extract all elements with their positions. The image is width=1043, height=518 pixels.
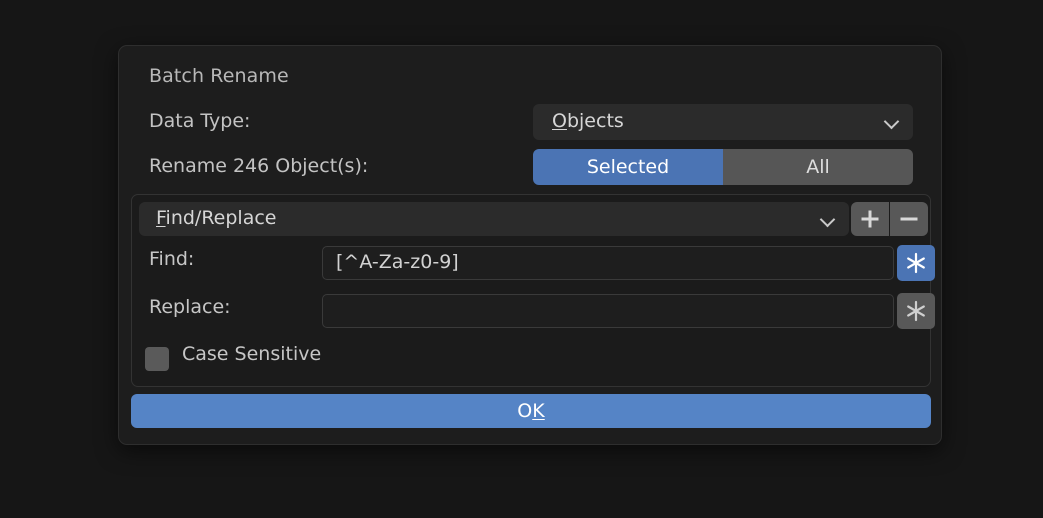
data-type-dropdown[interactable]: Objects	[533, 104, 913, 140]
chevron-down-icon	[821, 213, 835, 227]
replace-input[interactable]	[322, 294, 894, 328]
batch-rename-dialog: Batch Rename Data Type: Objects Rename 2…	[118, 45, 942, 445]
data-type-label: Data Type:	[149, 110, 251, 132]
data-type-value: Objects	[552, 110, 624, 132]
case-sensitive-label: Case Sensitive	[182, 343, 322, 365]
find-label: Find:	[149, 248, 195, 270]
dialog-title: Batch Rename	[149, 65, 289, 87]
find-replace-type-dropdown[interactable]: Find/Replace	[139, 202, 849, 236]
remove-operation-button[interactable]	[890, 202, 928, 236]
asterisk-icon	[907, 300, 925, 322]
find-regex-toggle[interactable]	[897, 245, 935, 281]
rename-scope-label: Rename 246 Object(s):	[149, 155, 369, 177]
add-operation-button[interactable]	[851, 202, 889, 236]
find-input[interactable]: [^A-Za-z0-9]	[322, 246, 894, 280]
asterisk-icon	[907, 252, 925, 274]
scope-option-all[interactable]: All	[723, 149, 913, 185]
find-input-value: [^A-Za-z0-9]	[336, 251, 459, 273]
chevron-down-icon	[885, 115, 899, 129]
ok-button[interactable]: OK	[131, 394, 931, 428]
replace-regex-toggle[interactable]	[897, 293, 935, 329]
plus-icon	[861, 210, 879, 228]
scope-option-selected[interactable]: Selected	[533, 149, 723, 185]
case-sensitive-checkbox[interactable]	[145, 347, 169, 371]
minus-icon	[900, 217, 918, 221]
find-replace-type-value: Find/Replace	[156, 207, 277, 229]
rename-scope-toggle: Selected All	[533, 149, 913, 185]
replace-label: Replace:	[149, 296, 231, 318]
find-replace-panel: Find/Replace Find: [^A-Za-z0-9] Replace:…	[131, 194, 935, 387]
ok-button-label: OK	[517, 400, 545, 422]
